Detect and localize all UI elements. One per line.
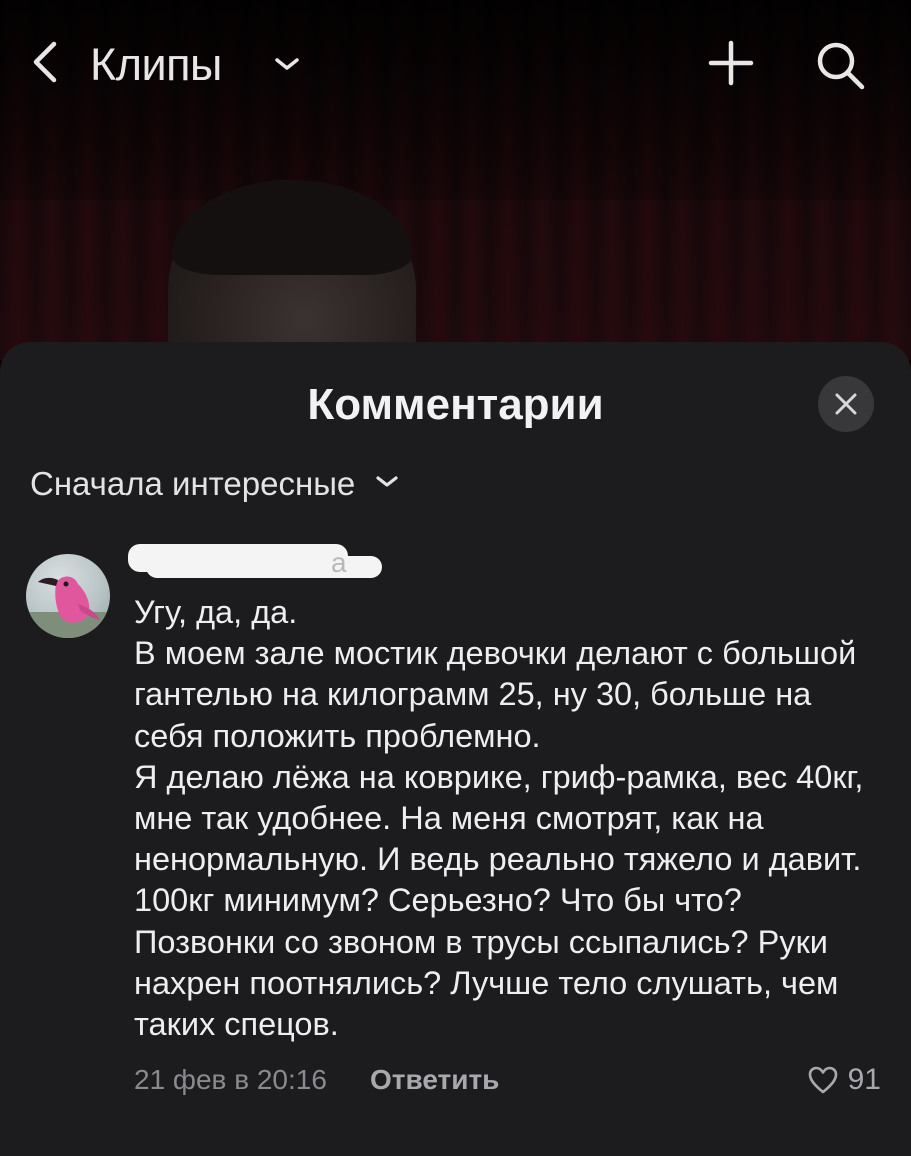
comment-text: Угу, да, да. В моем зале мостик девочки … (134, 594, 864, 1043)
search-icon (817, 42, 865, 90)
title-dropdown-button[interactable] (272, 54, 302, 74)
sort-label: Сначала интересные (30, 465, 356, 502)
clips-title[interactable]: Клипы (90, 38, 222, 92)
heart-icon (808, 1066, 838, 1094)
top-bar: Клипы (0, 0, 911, 130)
like-count: 91 (847, 1063, 881, 1096)
avatar[interactable] (26, 554, 110, 638)
sort-selector[interactable]: Сначала интересные (30, 464, 400, 504)
like-button[interactable]: 91 (807, 1060, 881, 1100)
comments-title: Комментарии (307, 380, 604, 429)
reply-button[interactable]: Ответить (370, 1060, 499, 1100)
comment-meta: 21 фев в 20:16 Ответить 91 (134, 1060, 881, 1100)
chevron-down-icon (376, 476, 398, 487)
chevron-down-icon (275, 58, 299, 70)
comment-date: 21 фев в 20:16 (134, 1064, 327, 1095)
screen: Клипы Комментарии Сначала интересные а У… (0, 0, 911, 1156)
chevron-left-icon (33, 41, 57, 83)
close-icon (835, 393, 857, 415)
pink-crow-avatar (26, 576, 110, 638)
close-button[interactable] (818, 376, 874, 432)
search-button[interactable] (812, 38, 868, 92)
username-redacted[interactable]: а (128, 542, 390, 582)
comments-sheet: Комментарии Сначала интересные а Угу, да… (0, 342, 911, 1156)
plus-icon (708, 40, 754, 86)
add-clip-button[interactable] (706, 38, 756, 88)
back-button[interactable] (26, 40, 66, 84)
username-visible-fragment: а (331, 547, 347, 578)
